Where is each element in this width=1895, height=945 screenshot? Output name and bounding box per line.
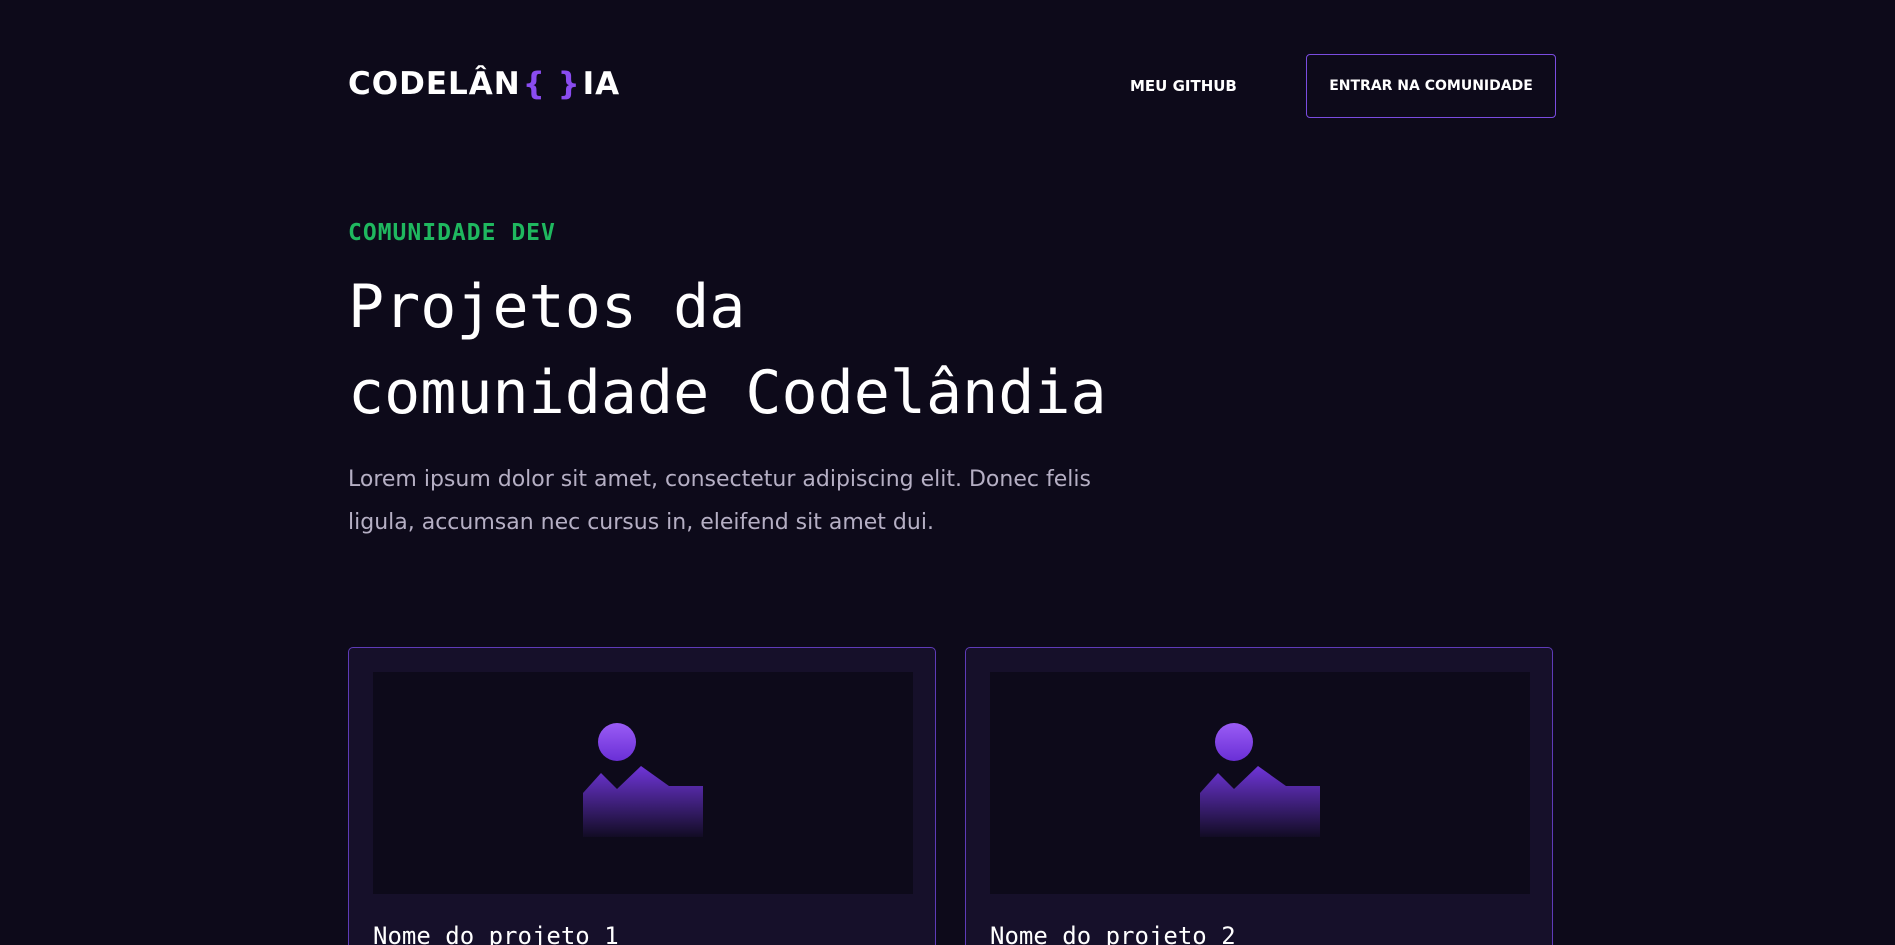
project-card[interactable]: Nome do projeto 2 bbox=[965, 647, 1553, 945]
github-link[interactable]: MEU GITHUB bbox=[1130, 74, 1237, 98]
site-header: CODELÂN{ }IA MEU GITHUB ENTRAR NA COMUNI… bbox=[348, 54, 1556, 118]
image-placeholder-icon bbox=[1200, 723, 1320, 837]
join-community-button[interactable]: ENTRAR NA COMUNIDADE bbox=[1306, 54, 1556, 118]
hero-description: Lorem ipsum dolor sit amet, consectetur … bbox=[348, 467, 1091, 535]
logo[interactable]: CODELÂN{ }IA bbox=[348, 64, 620, 104]
logo-text-start: CODELÂN bbox=[348, 66, 521, 102]
page-title-line-1: Projetos da bbox=[348, 272, 746, 342]
hero-eyebrow: COMUNIDADE DEV bbox=[348, 220, 556, 246]
image-placeholder-icon bbox=[583, 723, 703, 837]
page-title-line-2: comunidade Codelândia bbox=[348, 358, 1107, 428]
project-card[interactable]: Nome do projeto 1 bbox=[348, 647, 936, 945]
project-thumbnail bbox=[373, 672, 913, 894]
project-title: Nome do projeto 1 bbox=[373, 922, 619, 945]
project-title: Nome do projeto 2 bbox=[990, 922, 1236, 945]
project-thumbnail bbox=[990, 672, 1530, 894]
page-title: Projetos da comunidade Codelândia bbox=[348, 264, 1107, 436]
logo-text-end: IA bbox=[582, 66, 621, 102]
logo-brace-icon: { } bbox=[522, 66, 581, 102]
